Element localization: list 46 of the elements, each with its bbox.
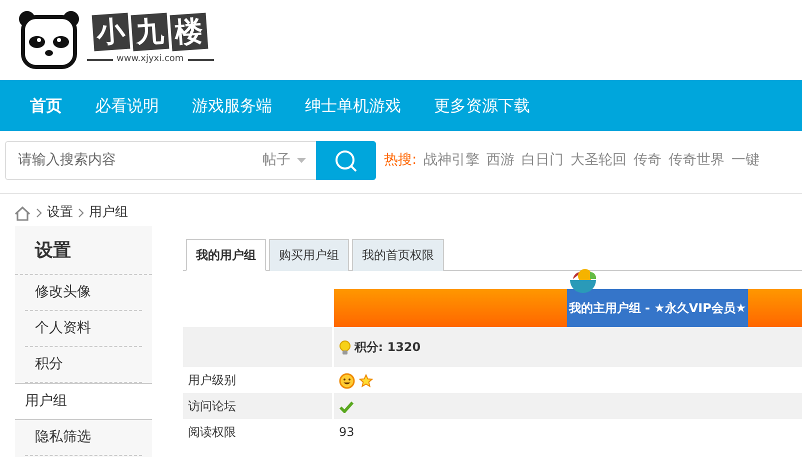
breadcrumb-link[interactable]: 设置 [47, 203, 73, 223]
tab[interactable]: 我的用户组 [186, 239, 266, 271]
hot-search-link[interactable]: 白日门 [522, 150, 564, 171]
score-text: 积分: 1320 [354, 339, 421, 356]
chevron-icon [78, 208, 84, 218]
sidebar-title: 设置 [15, 226, 152, 275]
search-icon [334, 148, 358, 172]
sidebar-item[interactable]: 修改头像 [25, 275, 142, 311]
nav-link[interactable]: 首页 [30, 94, 62, 118]
sidebar-item[interactable]: 隐私筛选 [25, 420, 142, 456]
permission-label: 阅读权限 [183, 419, 333, 445]
nav-link[interactable]: 游戏服务端 [192, 94, 272, 118]
hot-search-link[interactable]: 大圣轮回 [570, 150, 627, 171]
lightbulb-icon [339, 340, 351, 354]
tab[interactable]: 我的首页权限 [352, 239, 444, 271]
hot-search-link[interactable]: 西游 [486, 150, 515, 171]
breadcrumb-link[interactable]: 用户组 [89, 203, 128, 223]
panda-logo-icon [18, 9, 80, 71]
permission-label: 访问论坛 [183, 393, 333, 419]
site-url: www.xjyxi.com [86, 52, 214, 66]
hot-search-link[interactable]: 传奇世界 [668, 150, 725, 171]
nav-link[interactable]: 绅士单机游戏 [305, 94, 401, 118]
hot-search-link[interactable]: 一键 [732, 150, 760, 171]
search-field[interactable]: 请输入搜索内容 帖子 [5, 141, 316, 180]
fruit-bowl-icon [568, 267, 598, 296]
checkmark-icon [339, 400, 354, 413]
hot-search-link[interactable]: 传奇 [634, 150, 662, 171]
search-button[interactable] [316, 141, 376, 180]
caret-icon [297, 158, 306, 163]
group-title: 我的主用户组 - ★永久VIP会员★ [566, 289, 748, 327]
hot-search-link[interactable]: 战神引擎 [424, 150, 480, 171]
sidebar-item[interactable]: 用户组 [15, 383, 152, 420]
logo-character: 楼 [170, 12, 209, 51]
nav-link[interactable]: 更多资源下载 [434, 94, 530, 118]
hot-search-label: 热搜: [384, 151, 417, 170]
tab[interactable]: 购买用户组 [269, 239, 349, 271]
smiley-icon [339, 372, 355, 389]
permission-value: 93 [333, 419, 802, 445]
logo-character: 小 [92, 12, 130, 51]
star-icon [358, 374, 373, 388]
search-scope[interactable]: 帖子 [262, 150, 290, 171]
sidebar-item[interactable]: 个人资料 [25, 311, 142, 347]
logo-character: 九 [130, 12, 170, 51]
nav-link[interactable]: 必看说明 [95, 94, 159, 118]
chevron-icon [36, 208, 42, 218]
home-icon[interactable] [14, 206, 31, 220]
